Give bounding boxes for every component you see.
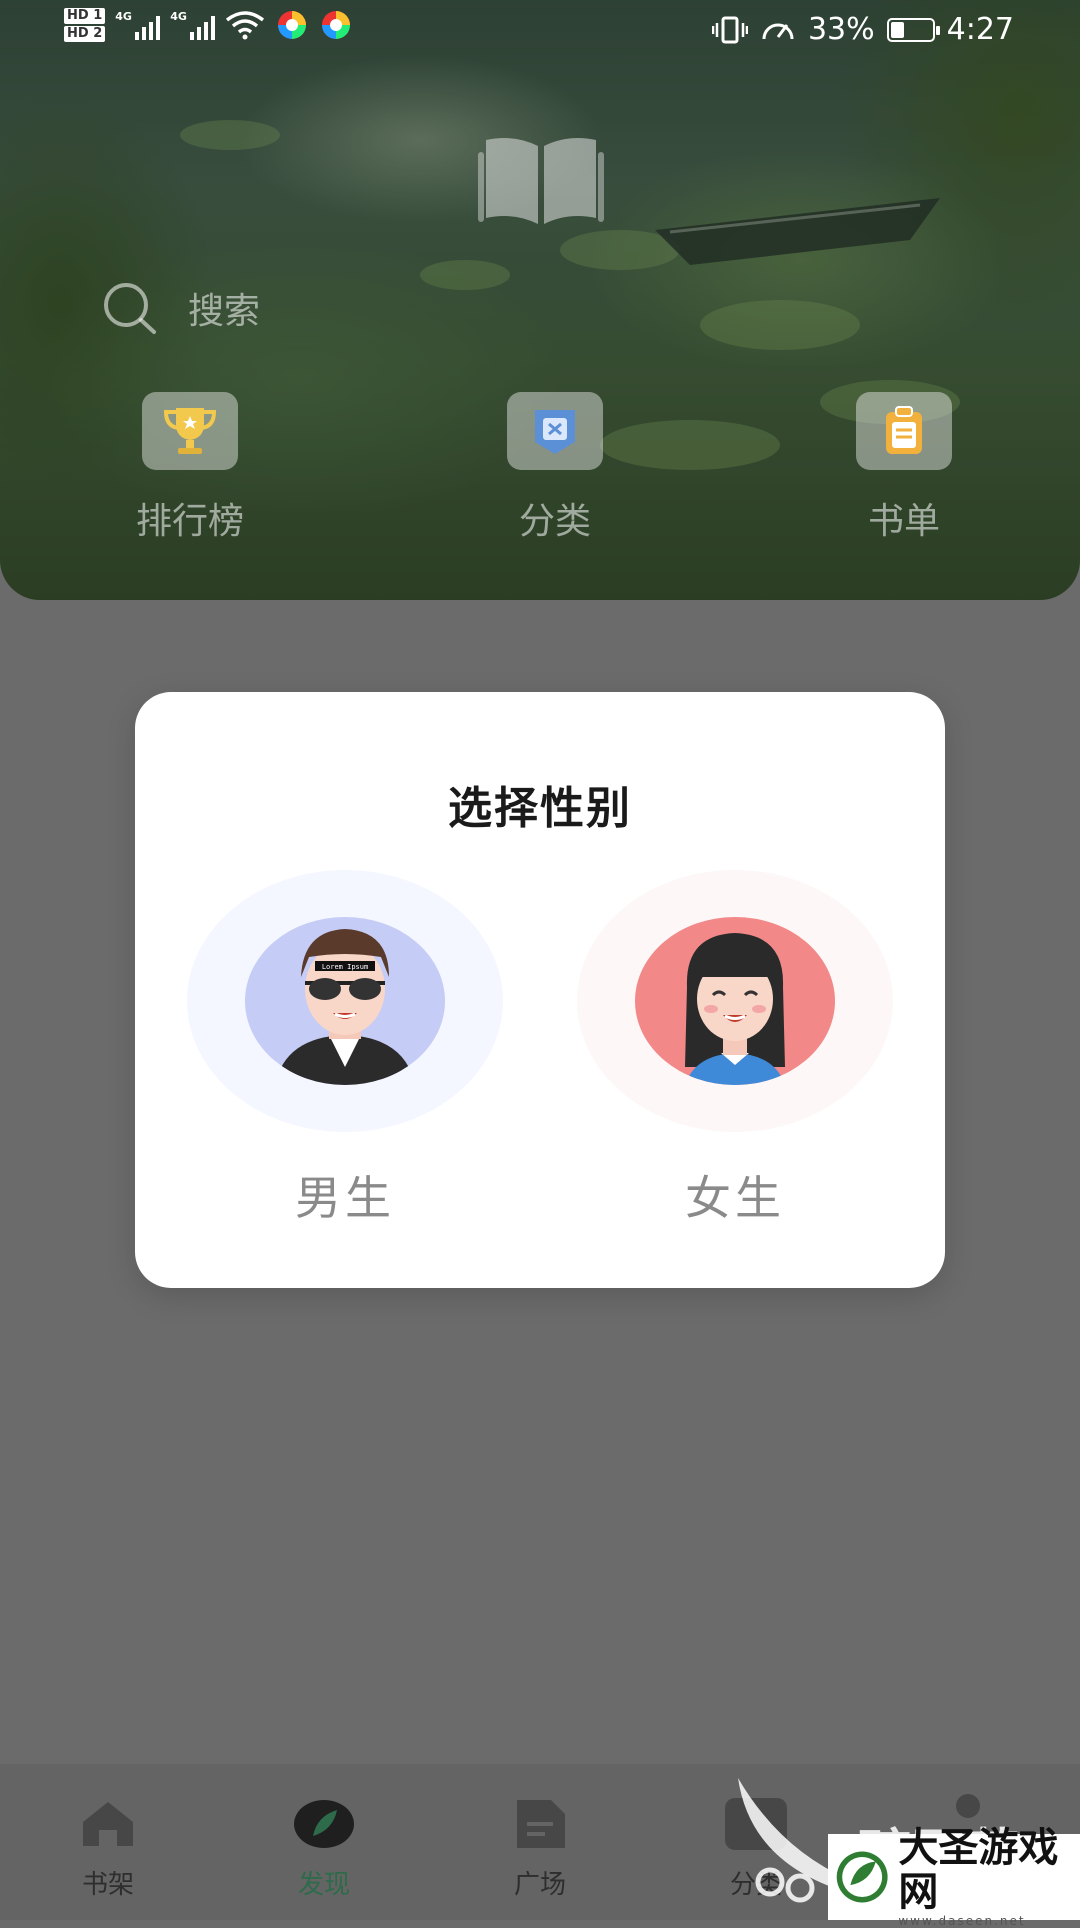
female-option[interactable]: 女生 [577, 870, 893, 1228]
site-logo-icon [836, 1851, 888, 1903]
quick-link-label: 排行榜 [135, 501, 244, 542]
book-list-icon [886, 406, 922, 454]
gender-select-dialog: 选择性别 Lorem Ipsum 男生 女生 [135, 692, 945, 1288]
male-label: 男生 [295, 1171, 395, 1225]
watermark-site: 大圣游戏网 www.daseen.net [828, 1826, 1080, 1928]
female-avatar-halo [577, 870, 893, 1132]
category-icon [535, 410, 575, 454]
square-icon [517, 1800, 565, 1848]
quick-link-booklist[interactable]: 书单 [854, 392, 954, 544]
signal-icon: 4G [170, 10, 216, 40]
signal-icon: 4G [115, 10, 161, 40]
app-notification-icon [322, 11, 351, 39]
dialog-title: 选择性别 [448, 783, 632, 834]
quick-link-ranking[interactable]: 排行榜 [136, 392, 244, 544]
nav-square[interactable]: 广场 [485, 1798, 595, 1901]
watermark-site-url: www.daseen.net [898, 1914, 1026, 1928]
female-label: 女生 [685, 1171, 785, 1225]
quick-link-category[interactable]: 分类 [505, 392, 605, 544]
data-speed-icon [762, 23, 794, 39]
male-option[interactable]: Lorem Ipsum 男生 [187, 870, 503, 1228]
nav-label: 广场 [513, 1870, 566, 1900]
watermark-site-name: 大圣游戏网 [898, 1825, 1059, 1915]
sim-indicator: HD 1 HD 2 [64, 8, 106, 42]
discover-icon [294, 1800, 354, 1848]
female-avatar [635, 917, 835, 1085]
battery-percent: 33% [807, 12, 875, 47]
battery-icon [886, 17, 940, 42]
nav-bookshelf[interactable]: 书架 [53, 1798, 163, 1901]
male-avatar-halo: Lorem Ipsum [187, 870, 503, 1132]
search-icon [104, 283, 156, 334]
nav-label: 书架 [81, 1870, 134, 1900]
home-icon [83, 1802, 133, 1846]
quick-link-label: 分类 [518, 501, 591, 542]
open-book-icon [478, 138, 604, 224]
search-bar[interactable]: 搜索 [100, 280, 260, 336]
svg-text:Lorem Ipsum: Lorem Ipsum [322, 963, 368, 971]
male-avatar: Lorem Ipsum [245, 917, 445, 1085]
quick-link-label: 书单 [867, 501, 940, 542]
trophy-icon [163, 408, 217, 454]
vibrate-icon [711, 16, 748, 43]
clock: 4:27 [946, 12, 1014, 47]
nav-label: 发现 [297, 1870, 350, 1900]
search-label: 搜索 [188, 291, 261, 332]
status-bar: HD 1 HD 2 4G 4G 33% 4:27 [0, 0, 1080, 60]
app-notification-icon [278, 11, 307, 39]
nav-discover[interactable]: 发现 [269, 1798, 379, 1901]
wifi-icon [226, 11, 265, 40]
